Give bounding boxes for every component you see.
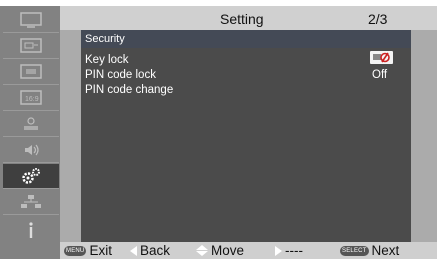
key-lock-icon bbox=[370, 51, 393, 64]
setting-row-key-lock[interactable]: Key lock bbox=[85, 54, 128, 66]
sidebar-item-input[interactable] bbox=[3, 34, 59, 59]
sidebar-item-info[interactable] bbox=[3, 216, 59, 240]
main-area: Security Key lock PIN code lock Off PIN … bbox=[60, 30, 437, 242]
title-bar: Setting 2/3 bbox=[60, 6, 437, 30]
right-arrow-icon bbox=[275, 245, 282, 256]
forward-hint: ---- bbox=[275, 242, 303, 259]
settings-panel: Key lock PIN code lock Off PIN code chan… bbox=[81, 48, 411, 242]
sidebar-item-setting[interactable] bbox=[3, 164, 59, 189]
screen-icon: 16:9 bbox=[20, 90, 42, 105]
sidebar-item-screen[interactable]: 16:9 bbox=[3, 86, 59, 111]
setting-row-pin-code-change[interactable]: PIN code change bbox=[85, 84, 173, 96]
svg-text:16:9: 16:9 bbox=[25, 96, 39, 103]
back-label: Back bbox=[140, 243, 171, 258]
pin-code-lock-value: Off bbox=[372, 69, 388, 81]
page-title: Setting bbox=[220, 11, 264, 27]
move-hint[interactable]: Move bbox=[196, 242, 244, 259]
sidebar-item-sound[interactable] bbox=[3, 138, 59, 163]
page-indicator: 2/3 bbox=[368, 11, 388, 27]
menu-button-icon: MENU bbox=[64, 245, 87, 256]
sound-icon bbox=[25, 144, 39, 156]
left-arrow-icon bbox=[130, 245, 137, 256]
info-icon bbox=[29, 222, 33, 238]
setting-gear-icon bbox=[22, 168, 40, 184]
input-select-icon bbox=[20, 38, 42, 53]
monitor-icon bbox=[20, 12, 42, 28]
display-setting-icon bbox=[24, 117, 38, 130]
setting-row-pin-code-lock[interactable]: PIN code lock bbox=[85, 69, 156, 81]
forward-dashes: ---- bbox=[285, 243, 303, 258]
section-title: Security bbox=[85, 33, 125, 45]
exit-hint[interactable]: MENU Exit bbox=[64, 242, 112, 259]
back-hint[interactable]: Back bbox=[130, 242, 170, 259]
sidebar: 16:9 bbox=[0, 6, 60, 242]
move-label: Move bbox=[211, 243, 245, 258]
section-header: Security bbox=[81, 30, 411, 48]
next-hint[interactable]: SELECT Next bbox=[340, 242, 399, 259]
sidebar-item-setting-display[interactable] bbox=[3, 112, 59, 137]
select-button-icon: SELECT bbox=[340, 245, 369, 256]
sidebar-item-network[interactable] bbox=[3, 190, 59, 215]
next-label: Next bbox=[371, 243, 400, 258]
network-icon bbox=[21, 195, 41, 208]
sidebar-item-image[interactable] bbox=[3, 60, 59, 85]
image-adjust-icon bbox=[20, 64, 42, 79]
footer-bar: MENU Exit Back Move ---- SELECT Next bbox=[0, 242, 437, 259]
exit-label: Exit bbox=[89, 243, 112, 258]
sidebar-tail bbox=[0, 242, 60, 259]
up-down-arrow-icon bbox=[196, 245, 208, 256]
sidebar-item-display[interactable] bbox=[3, 8, 59, 33]
